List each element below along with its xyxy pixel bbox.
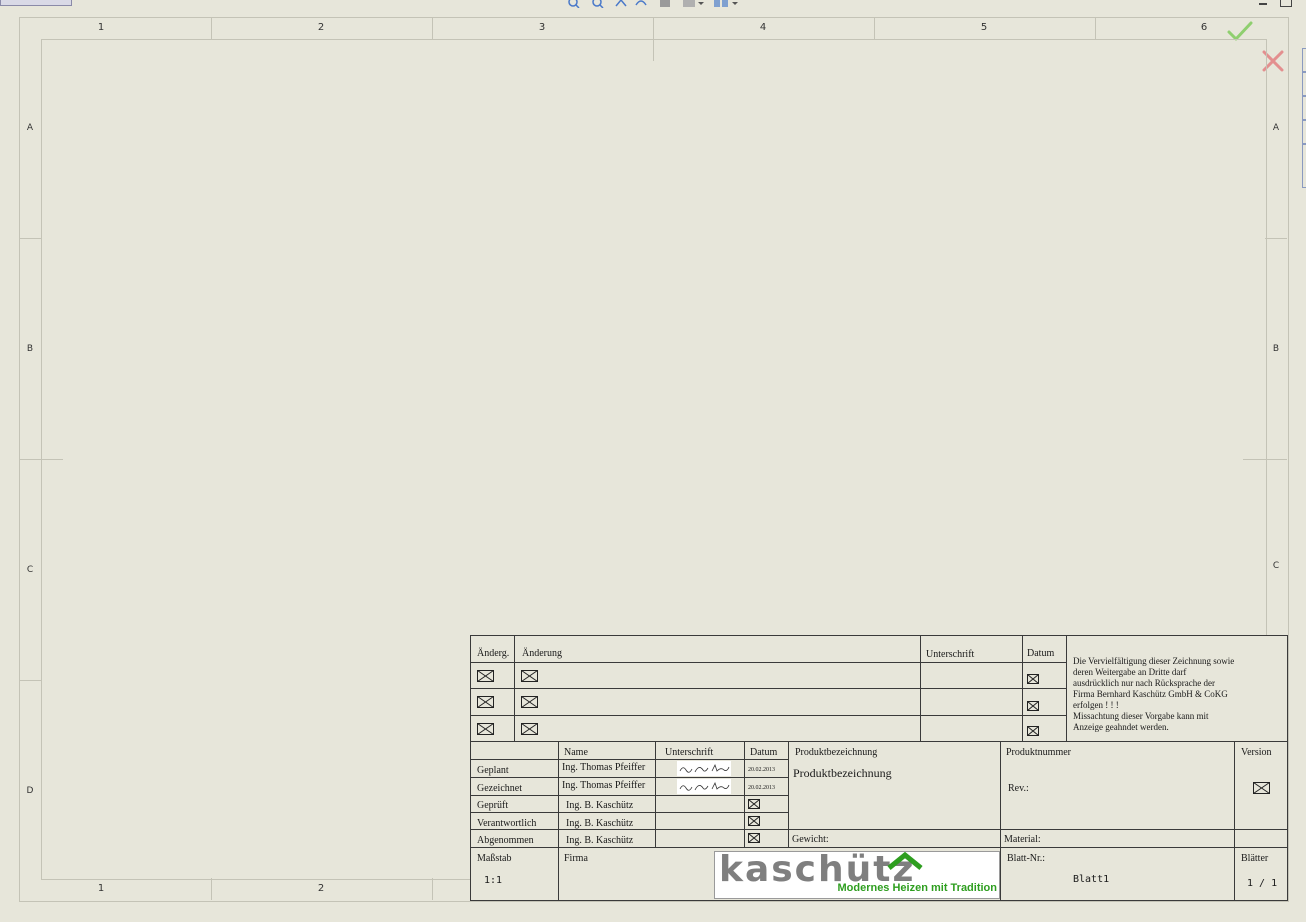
- header-approval-signature: Unterschrift: [665, 747, 714, 758]
- sheets-label: Blätter: [1241, 853, 1269, 864]
- scale-label: Maßstab: [477, 853, 512, 864]
- placeholder-icon[interactable]: [521, 696, 538, 708]
- zoom-out-icon[interactable]: [590, 0, 604, 8]
- scale-value[interactable]: 1:1: [484, 875, 502, 886]
- sheets-value[interactable]: 1 / 1: [1247, 878, 1277, 889]
- zone-row-b-right: B: [1272, 344, 1280, 354]
- header-approval-date: Datum: [750, 747, 778, 758]
- placeholder-icon[interactable]: [477, 723, 494, 735]
- sheet-number-label: Blatt-Nr.:: [1007, 853, 1046, 864]
- side-tab[interactable]: [1302, 48, 1306, 72]
- role-label: Geplant: [477, 765, 509, 776]
- placeholder-icon[interactable]: [748, 833, 760, 843]
- approver-name: Ing. Thomas Pfeiffer: [562, 762, 646, 773]
- zone-col-2: 2: [317, 22, 325, 33]
- zone-row-c-right: C: [1272, 561, 1280, 571]
- header-change-no: Änderg.: [477, 648, 510, 659]
- rev-label: Rev.:: [1008, 783, 1029, 794]
- zone-col-3: 3: [538, 22, 546, 33]
- role-label: Abgenommen: [477, 835, 534, 846]
- product-number-label: Produktnummer: [1006, 747, 1071, 758]
- rotate-icon[interactable]: [634, 0, 648, 8]
- placeholder-icon[interactable]: [748, 799, 760, 809]
- zoom-in-icon[interactable]: [566, 0, 580, 8]
- header-name: Name: [564, 747, 588, 758]
- zone-row-b: B: [26, 344, 34, 354]
- side-tab[interactable]: [1302, 120, 1306, 144]
- copyright-notice: Die Vervielfältigung dieser Zeichnung so…: [1073, 656, 1235, 732]
- zone-col-5: 5: [980, 22, 988, 33]
- view-icon[interactable]: [681, 0, 705, 8]
- placeholder-icon[interactable]: [521, 670, 538, 682]
- header-signature: Unterschrift: [926, 649, 975, 660]
- zone-row-a-right: A: [1272, 123, 1280, 133]
- material-label: Material:: [1004, 834, 1041, 845]
- zone-col-4: 4: [759, 22, 767, 33]
- signature-image: [677, 779, 731, 794]
- restore-button[interactable]: [1280, 0, 1292, 7]
- logo-slogan: Modernes Heizen mit Tradition: [837, 882, 997, 894]
- hand-icon[interactable]: [658, 0, 672, 8]
- version-label: Version: [1241, 747, 1272, 758]
- header-change: Änderung: [522, 648, 562, 659]
- display-icon[interactable]: [712, 0, 740, 8]
- placeholder-icon[interactable]: [1027, 726, 1039, 736]
- tab-stub[interactable]: [0, 0, 72, 6]
- product-value[interactable]: Produktbezeichnung: [793, 767, 892, 780]
- approval-date: 20.02.2013: [748, 785, 775, 791]
- company-label: Firma: [564, 853, 588, 864]
- placeholder-icon[interactable]: [1027, 701, 1039, 711]
- placeholder-icon[interactable]: [1253, 782, 1270, 794]
- zone-row-a: A: [26, 123, 34, 133]
- approver-name: Ing. B. Kaschütz: [566, 818, 634, 829]
- role-label: Verantwortlich: [477, 818, 537, 829]
- header-date: Datum: [1027, 648, 1055, 659]
- role-label: Geprüft: [477, 800, 509, 811]
- side-tab[interactable]: [1302, 72, 1306, 96]
- signature-image: [677, 761, 731, 776]
- sheet-number-value[interactable]: Blatt1: [1073, 874, 1109, 885]
- zone-col-2-bottom: 2: [317, 883, 325, 894]
- pan-icon[interactable]: [614, 0, 628, 8]
- approval-date: 20.02.2013: [748, 767, 775, 773]
- placeholder-icon[interactable]: [521, 723, 538, 735]
- placeholder-icon[interactable]: [1027, 674, 1039, 684]
- product-label: Produktbezeichnung: [795, 747, 878, 758]
- side-tab[interactable]: [1302, 96, 1306, 120]
- approver-name: Ing. Thomas Pfeiffer: [562, 780, 646, 791]
- zone-col-1-bottom: 1: [97, 883, 105, 894]
- approver-name: Ing. B. Kaschütz: [566, 835, 634, 846]
- minimize-button[interactable]: [1259, 3, 1267, 5]
- placeholder-icon[interactable]: [748, 816, 760, 826]
- weight-label: Gewicht:: [792, 834, 829, 845]
- zone-col-1: 1: [97, 22, 105, 33]
- zone-row-d: D: [26, 786, 34, 796]
- zone-row-c: C: [26, 565, 34, 575]
- role-label: Gezeichnet: [477, 783, 522, 794]
- roof-icon: [887, 852, 923, 870]
- placeholder-icon[interactable]: [477, 696, 494, 708]
- side-tab[interactable]: [1302, 144, 1306, 188]
- company-logo: kaschütz Modernes Heizen mit Tradition: [714, 851, 1000, 899]
- placeholder-icon[interactable]: [477, 670, 494, 682]
- approver-name: Ing. B. Kaschütz: [566, 800, 634, 811]
- zone-col-6: 6: [1200, 22, 1208, 33]
